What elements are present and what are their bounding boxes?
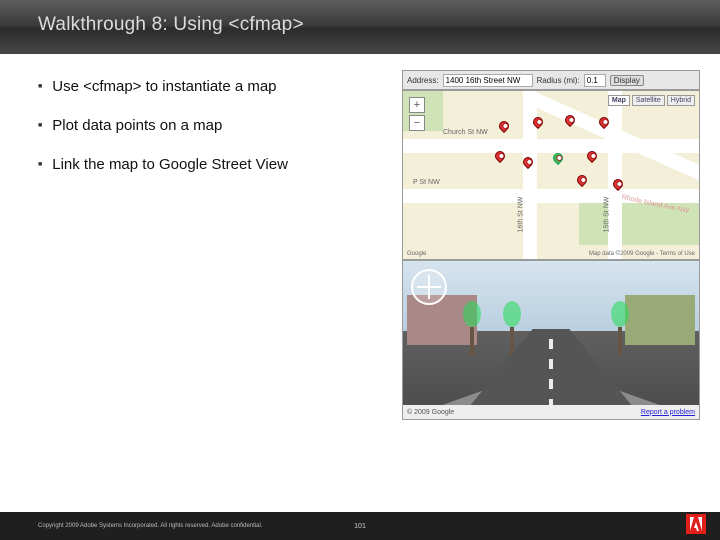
zoom-out-button[interactable]: − <box>409 115 425 131</box>
address-input[interactable] <box>443 74 533 87</box>
tree-icon <box>611 301 629 351</box>
map-pin-icon[interactable] <box>497 119 511 133</box>
map-type-satellite[interactable]: Satellite <box>632 95 665 106</box>
tree-icon <box>463 301 481 351</box>
slide-footer: Copyright 2009 Adobe Systems Incorporate… <box>0 512 720 540</box>
bullet-text: Plot data points on a map <box>52 117 222 134</box>
road-label: P St NW <box>413 179 440 186</box>
map-zoom-controls: + − <box>409 97 429 133</box>
radius-label: Radius (mi): <box>537 76 580 85</box>
display-button[interactable]: Display <box>610 75 644 86</box>
road-label: 16th St NW <box>517 197 524 233</box>
map-brand: Google <box>407 251 426 257</box>
copyright-text: Copyright 2009 Adobe Systems Incorporate… <box>38 523 262 529</box>
map-figure: Address: Radius (mi): Display Church St … <box>402 70 700 420</box>
page-number: 101 <box>354 523 366 530</box>
streetview-compass-icon[interactable] <box>411 269 447 305</box>
bullet-list: Use <cfmap> to instantiate a map Plot da… <box>38 78 380 195</box>
address-label: Address: <box>407 76 439 85</box>
map-type-switch: Map Satellite Hybrid <box>608 95 695 106</box>
zoom-in-button[interactable]: + <box>409 97 425 113</box>
bullet-text: Link the map to Google Street View <box>52 156 288 173</box>
map-type-hybrid[interactable]: Hybrid <box>667 95 695 106</box>
bullet-text: Use <cfmap> to instantiate a map <box>52 78 276 95</box>
adobe-logo-icon <box>686 514 706 534</box>
streetview-credit: © 2009 Google <box>407 409 454 416</box>
map-pin-icon[interactable] <box>551 151 565 165</box>
map-type-map[interactable]: Map <box>608 95 630 106</box>
slide-title: Walkthrough 8: Using <cfmap> <box>38 14 304 36</box>
building <box>625 295 695 345</box>
map-pin-icon[interactable] <box>575 173 589 187</box>
streetview-footer: © 2009 Google Report a problem <box>403 405 699 419</box>
streetview-canvas[interactable]: © 2009 Google Report a problem <box>402 260 700 420</box>
bullet-item: Plot data points on a map <box>38 117 380 134</box>
map-credits: Map data ©2009 Google - Terms of Use <box>589 251 695 257</box>
road <box>608 91 622 259</box>
bullet-item: Use <cfmap> to instantiate a map <box>38 78 380 95</box>
road-label: Church St NW <box>443 129 488 136</box>
road-label: 15th St NW <box>603 197 610 233</box>
road <box>523 91 537 259</box>
bullet-item: Link the map to Google Street View <box>38 156 380 173</box>
address-bar: Address: Radius (mi): Display <box>402 70 700 90</box>
tree-icon <box>503 301 521 351</box>
report-problem-link[interactable]: Report a problem <box>641 409 695 416</box>
radius-input[interactable] <box>584 74 606 87</box>
map-canvas[interactable]: Church St NW P St NW 16th St NW 15th St … <box>402 90 700 260</box>
